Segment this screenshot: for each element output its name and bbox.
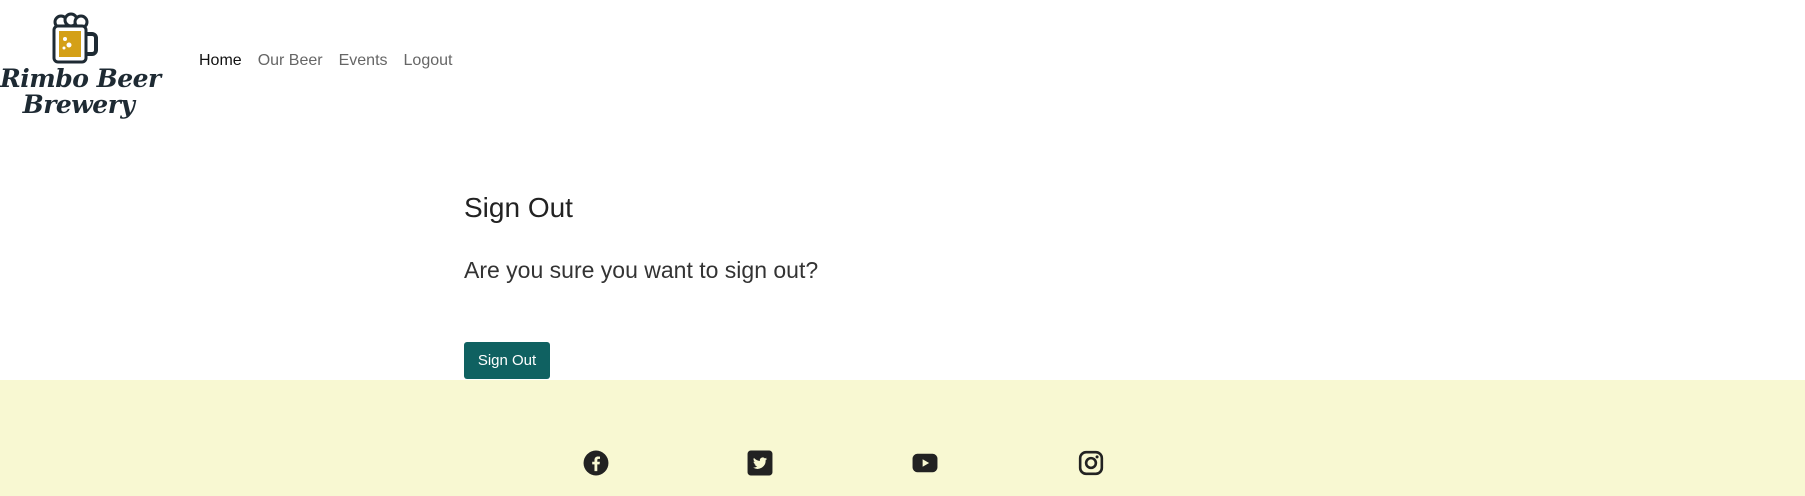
site-footer (0, 380, 1805, 496)
beer-mug-icon (52, 12, 98, 64)
twitter-icon (747, 450, 773, 476)
twitter-link[interactable] (746, 449, 774, 477)
page: Rimbo Beer Brewery Home Our Beer Events … (0, 0, 1805, 496)
nav-our-beer[interactable]: Our Beer (258, 52, 323, 70)
brand-line-2: Brewery (22, 90, 135, 119)
instagram-link[interactable] (1077, 449, 1105, 477)
nav-events[interactable]: Events (339, 52, 388, 70)
nav-home[interactable]: Home (199, 52, 242, 70)
sign-out-button[interactable]: Sign Out (464, 342, 550, 379)
youtube-icon (912, 453, 938, 473)
main-nav: Home Our Beer Events Logout (199, 52, 452, 70)
signout-question: Are you sure you want to sign out? (464, 257, 819, 283)
brand-logo[interactable]: Rimbo Beer Brewery (0, 10, 161, 120)
brand-line-1: Rimbo Beer (0, 64, 161, 93)
site-header: Rimbo Beer Brewery Home Our Beer Events … (0, 0, 1805, 130)
facebook-link[interactable] (582, 449, 610, 477)
facebook-icon (583, 450, 609, 476)
page-title: Sign Out (464, 192, 573, 223)
brand-name: Rimbo Beer Brewery (0, 64, 161, 119)
youtube-link[interactable] (911, 449, 939, 477)
nav-logout[interactable]: Logout (404, 52, 453, 70)
instagram-icon (1078, 450, 1104, 476)
